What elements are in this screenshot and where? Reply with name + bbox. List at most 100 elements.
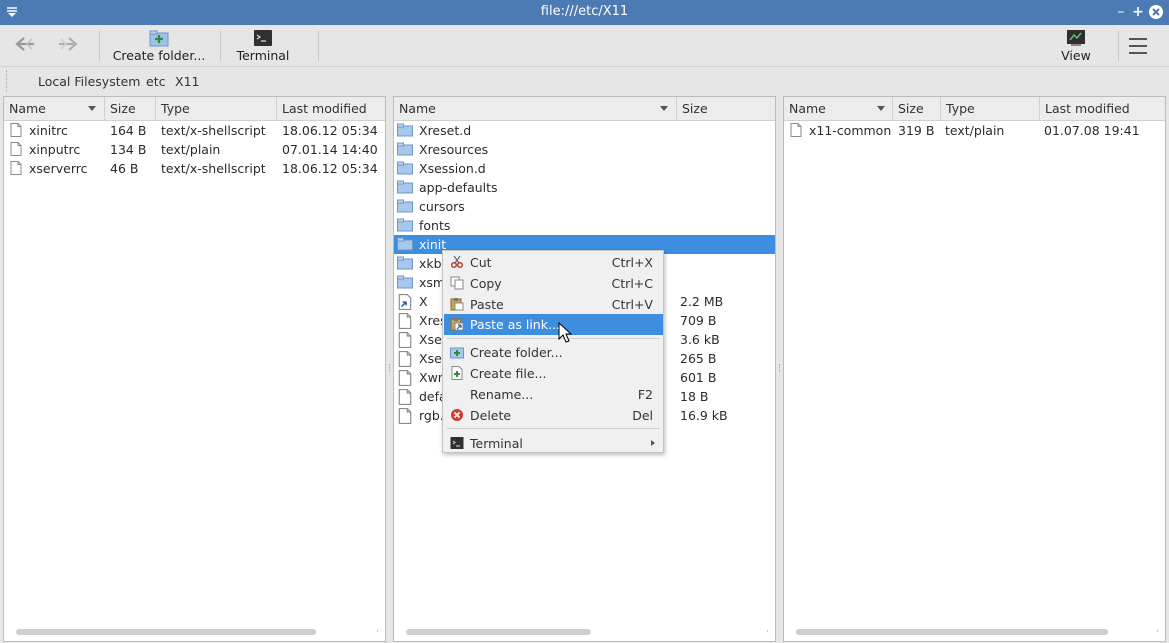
maximize-icon[interactable]: +	[1130, 4, 1146, 20]
menu-item-label: Paste	[470, 297, 504, 312]
menu-item-paste[interactable]: Paste Ctrl+V	[444, 294, 663, 315]
close-icon[interactable]	[1148, 4, 1164, 20]
column-type[interactable]: Type	[156, 97, 277, 121]
paste-icon	[450, 297, 464, 311]
file-size: 265 B	[680, 351, 717, 366]
column-name[interactable]: Name	[4, 97, 105, 121]
folder-icon	[397, 180, 413, 194]
menu-item-rename[interactable]: Rename... F2	[444, 384, 663, 405]
folder-row[interactable]: Xreset.d	[394, 121, 775, 140]
menu-item-delete[interactable]: Delete Del	[444, 405, 663, 426]
paste-link-icon	[450, 317, 464, 331]
sort-arrow-icon	[660, 106, 668, 111]
folder-icon	[397, 123, 413, 137]
file-modified: 18.06.12 05:34	[282, 123, 378, 138]
file-icon	[397, 408, 413, 424]
table-row[interactable]: x11-common 319 B text/plain 01.07.08 19:41	[784, 121, 1165, 140]
file-size: 709 B	[680, 313, 717, 328]
new-folder-icon	[149, 30, 169, 47]
horizontal-scrollbar[interactable]	[16, 629, 316, 635]
column-size[interactable]: Size	[677, 97, 775, 121]
folder-row[interactable]: app-defaults	[394, 178, 775, 197]
menu-item-shortcut: Del	[632, 408, 653, 423]
minimize-icon[interactable]: –	[1113, 4, 1129, 20]
menu-item-label: Delete	[470, 408, 512, 423]
new-file-icon	[450, 366, 464, 380]
menu-item-label: Create file...	[470, 366, 547, 381]
menu-item-create-folder[interactable]: Create folder...	[444, 342, 663, 363]
toolbar-separator	[99, 31, 100, 61]
table-row[interactable]: xinitrc 164 B text/x-shellscript 18.06.12 0…	[4, 121, 385, 140]
menu-item-label: Paste as link...	[470, 317, 560, 332]
menu-item-terminal[interactable]: Terminal	[444, 433, 663, 454]
folder-icon	[397, 218, 413, 232]
terminal-icon	[254, 30, 272, 46]
breadcrumb-etc[interactable]: etc	[146, 74, 165, 89]
sort-arrow-icon	[877, 106, 885, 111]
column-header: Name Size Type Last modified	[4, 97, 385, 121]
scroll-grip-icon: ‧	[1156, 627, 1159, 637]
terminal-icon	[450, 436, 464, 450]
file-icon	[397, 389, 413, 405]
file-size: 164 B	[110, 123, 147, 138]
view-button[interactable]: View	[1052, 27, 1100, 65]
folder-icon	[397, 275, 413, 289]
column-header: Name Size	[394, 97, 775, 121]
column-name[interactable]: Name	[784, 97, 893, 121]
menu-item-label: Copy	[470, 276, 502, 291]
terminal-button[interactable]: Terminal	[230, 27, 296, 65]
create-folder-button[interactable]: Create folder...	[110, 27, 208, 65]
horizontal-scrollbar[interactable]	[796, 629, 1108, 635]
file-name: cursors	[419, 199, 465, 214]
menu-item-label: Create folder...	[470, 345, 563, 360]
menu-item-shortcut: Ctrl+V	[611, 297, 653, 312]
folder-row[interactable]: Xresources	[394, 140, 775, 159]
menu-item-paste-as-link[interactable]: Paste as link...	[444, 314, 663, 335]
submenu-arrow-icon	[651, 440, 655, 446]
table-row[interactable]: xinputrc 134 B text/plain 07.01.14 14:40	[4, 140, 385, 159]
mouse-pointer-icon	[558, 322, 572, 343]
column-last-modified[interactable]: Last modified	[277, 97, 385, 121]
file-icon	[397, 351, 413, 367]
symlink-icon	[397, 294, 413, 310]
menu-item-label: Cut	[470, 255, 492, 270]
column-size[interactable]: Size	[893, 97, 941, 121]
file-name: Xreset.d	[419, 123, 472, 138]
file-size: 2.2 MB	[680, 294, 724, 309]
menu-item-create-file[interactable]: Create file...	[444, 363, 663, 384]
file-icon	[397, 332, 413, 348]
sort-arrow-icon	[88, 106, 96, 111]
folder-row[interactable]: cursors	[394, 197, 775, 216]
column-name[interactable]: Name	[394, 97, 677, 121]
folder-icon	[397, 256, 413, 270]
table-row[interactable]: xserverrc 46 B text/x-shellscript 18.06.12 …	[4, 159, 385, 178]
folder-icon	[397, 161, 413, 175]
column-last-modified[interactable]: Last modified	[1040, 97, 1165, 121]
column-type[interactable]: Type	[941, 97, 1040, 121]
folder-row[interactable]: Xsession.d	[394, 159, 775, 178]
menu-separator	[447, 428, 660, 429]
menu-item-cut[interactable]: Cut Ctrl+X	[444, 252, 663, 273]
forward-arrow-icon[interactable]	[55, 35, 79, 53]
scissors-icon	[450, 255, 464, 269]
back-arrow-icon[interactable]	[14, 35, 38, 53]
breadcrumb-x11[interactable]: X11	[175, 74, 199, 89]
file-name: app-defaults	[419, 180, 498, 195]
file-modified: 01.07.08 19:41	[1044, 123, 1140, 138]
file-name: xserverrc	[29, 161, 88, 176]
left-file-pane[interactable]: Name Size Type Last modified xinitrc 164 …	[3, 96, 386, 642]
breadcrumb-local-filesystem[interactable]: Local Filesystem	[38, 74, 140, 89]
toolbar-separator	[220, 31, 221, 61]
column-size[interactable]: Size	[105, 97, 156, 121]
file-name: Xsession.d	[419, 161, 486, 176]
folder-row[interactable]: fonts	[394, 216, 775, 235]
menu-item-copy[interactable]: Copy Ctrl+C	[444, 273, 663, 294]
file-type: text/plain	[945, 123, 1005, 138]
hamburger-menu-icon[interactable]	[1128, 37, 1148, 55]
breadcrumb: Local Filesystem etc X11	[0, 68, 1169, 94]
right-file-pane[interactable]: Name Size Type Last modified x11-common 3…	[783, 96, 1166, 642]
file-size: 601 B	[680, 370, 717, 385]
menu-item-shortcut: Ctrl+C	[611, 276, 653, 291]
horizontal-scrollbar[interactable]	[406, 629, 591, 635]
column-header: Name Size Type Last modified	[784, 97, 1165, 121]
